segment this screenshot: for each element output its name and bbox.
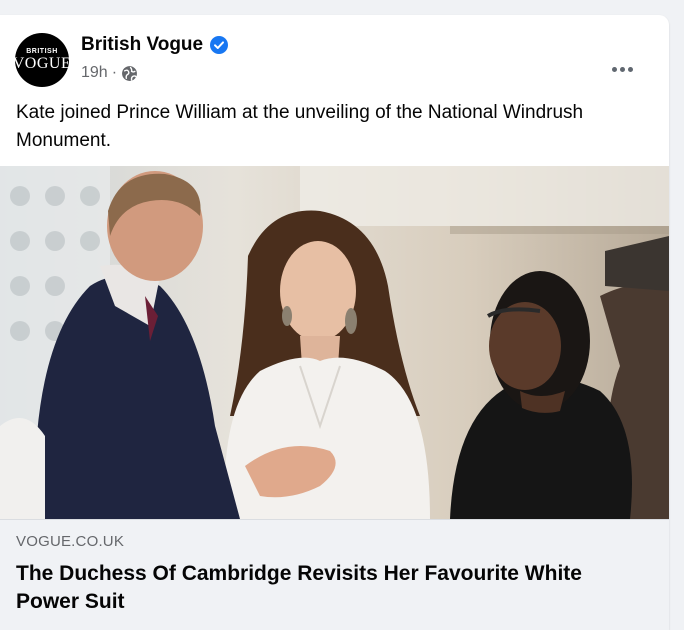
more-options-icon[interactable]	[603, 50, 641, 88]
more-dot	[611, 66, 617, 72]
post-photo[interactable]	[0, 166, 669, 519]
link-domain: VOGUE.CO.UK	[16, 533, 125, 550]
post-card: BRITISH VOGUE British Vogue 19h · Kate j…	[0, 15, 669, 630]
page-avatar[interactable]: BRITISH VOGUE	[12, 33, 72, 87]
verified-badge-icon	[210, 36, 229, 54]
post-timestamp-link[interactable]: 19h	[81, 64, 108, 82]
link-preview[interactable]: VOGUE.CO.UK The Duchess Of Cambridge Rev…	[0, 519, 669, 630]
page-name-row: British Vogue	[81, 34, 229, 56]
post-meta: 19h ·	[81, 64, 138, 82]
link-title[interactable]: The Duchess Of Cambridge Revisits Her Fa…	[16, 560, 636, 616]
photo-illustration	[0, 166, 669, 519]
more-dot	[627, 66, 633, 72]
page-name-link[interactable]: British Vogue	[81, 34, 203, 56]
post-header: BRITISH VOGUE British Vogue 19h ·	[0, 15, 669, 95]
avatar-logo-line2: VOGUE	[12, 55, 72, 72]
globe-icon[interactable]	[121, 65, 138, 82]
meta-separator: ·	[111, 64, 118, 81]
more-dot	[619, 66, 625, 72]
post-message: Kate joined Prince William at the unveil…	[16, 102, 584, 151]
